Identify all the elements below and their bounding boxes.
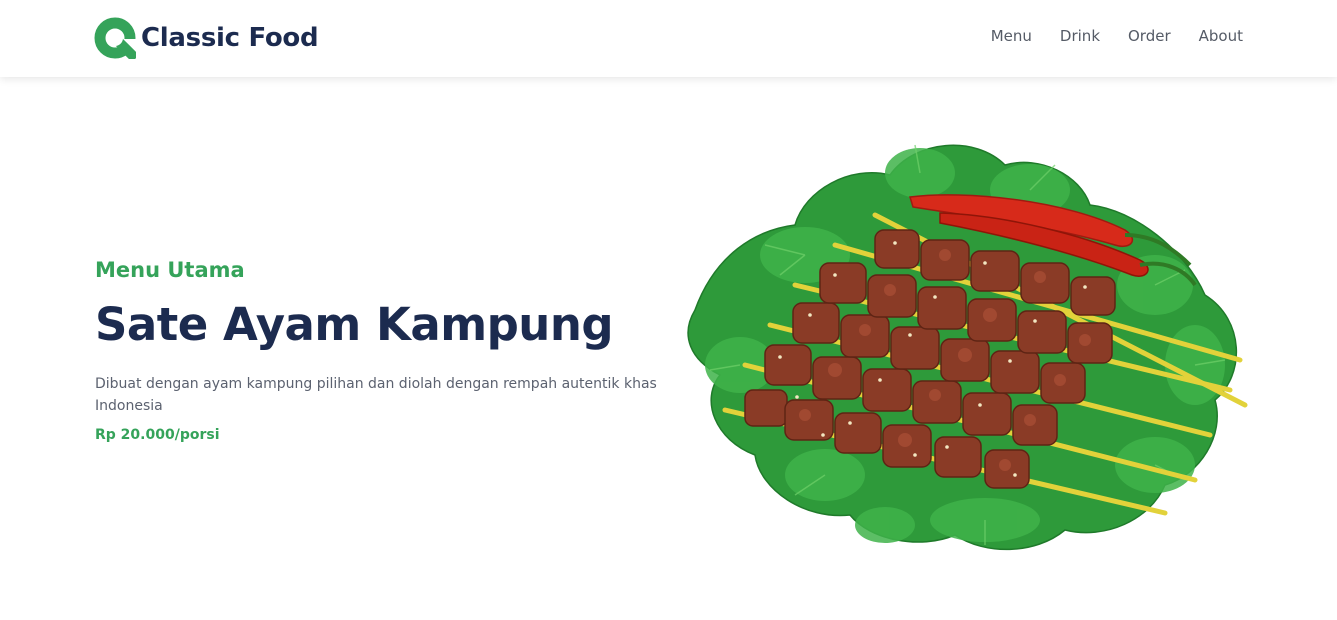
hero-price: Rp 20.000/porsi bbox=[95, 427, 220, 443]
hero-eyebrow: Menu Utama bbox=[95, 258, 245, 282]
nav-link-about[interactable]: About bbox=[1199, 27, 1243, 45]
logo-q-icon bbox=[94, 17, 136, 59]
hero-description: Dibuat dengan ayam kampung pilihan dan d… bbox=[95, 376, 657, 414]
nav-menu: Menu Drink Order About bbox=[991, 27, 1243, 45]
brand-name: Classic Food bbox=[141, 23, 319, 53]
nav-link-order[interactable]: Order bbox=[1128, 27, 1171, 45]
nav-link-menu[interactable]: Menu bbox=[991, 27, 1032, 45]
navbar: Classic Food Menu Drink Order About bbox=[0, 0, 1337, 77]
hero-title: Sate Ayam Kampung bbox=[95, 298, 614, 351]
nav-link-drink[interactable]: Drink bbox=[1060, 27, 1100, 45]
brand-logo-link[interactable]: Classic Food bbox=[94, 16, 319, 60]
hero-section: Menu Utama Sate Ayam Kampung Dibuat deng… bbox=[95, 255, 675, 443]
sate-ayam-image bbox=[687, 144, 1248, 551]
